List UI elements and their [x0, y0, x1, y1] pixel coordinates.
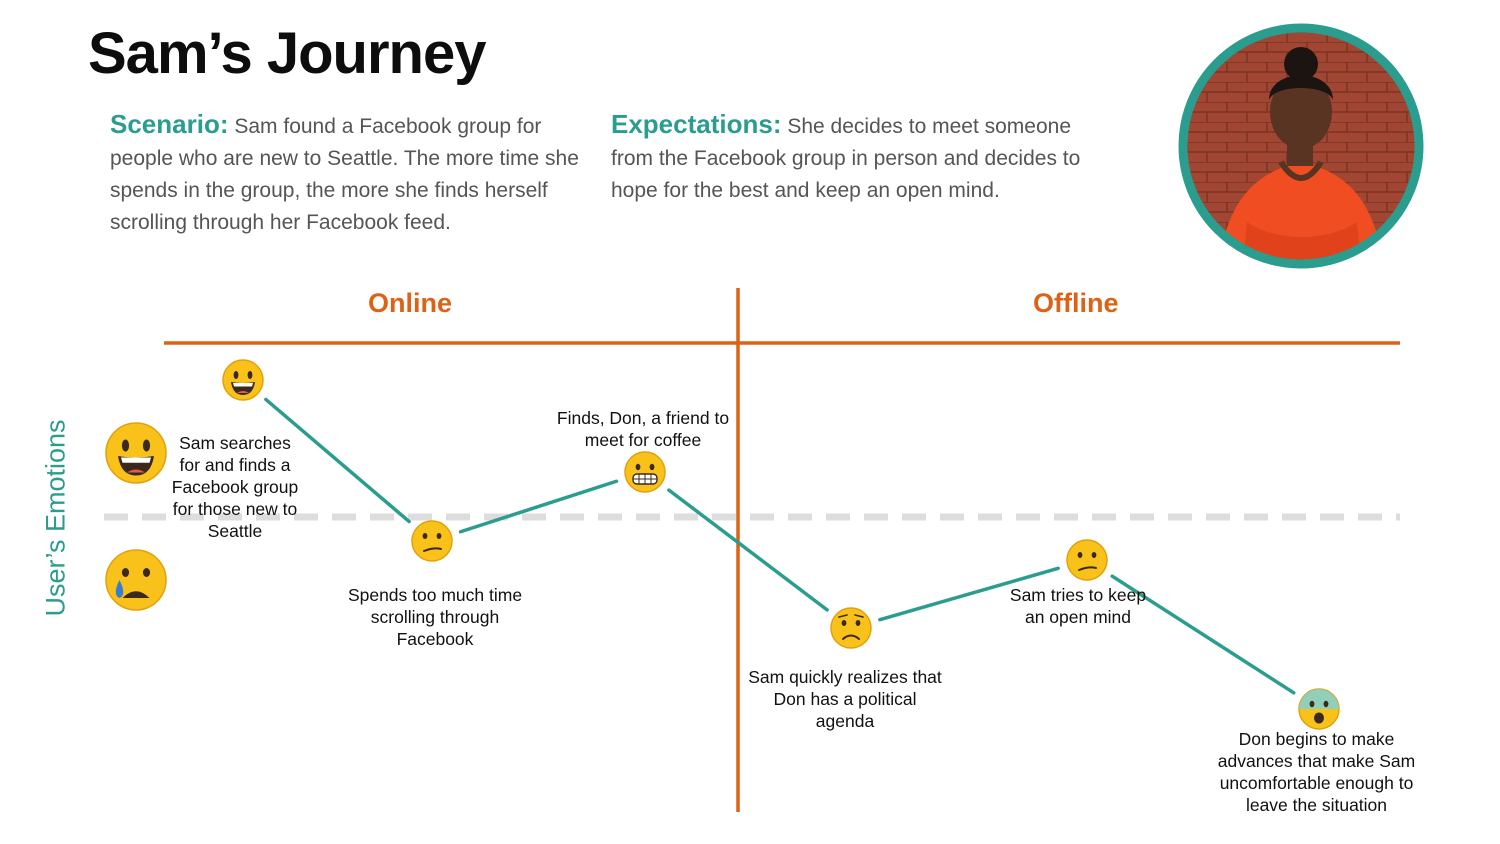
grimacing-face-icon: [624, 451, 666, 493]
confused-face-icon: [1066, 539, 1108, 581]
face-circle: [624, 451, 666, 493]
confused-face-icon: [411, 520, 453, 562]
worried-face-icon: [830, 607, 872, 649]
grinning-face-icon: [105, 422, 167, 484]
step-caption: Spends too much time scrolling through F…: [347, 585, 523, 649]
face-circle: [411, 520, 453, 562]
emotion-line-segment: [667, 488, 829, 612]
grinning-face-icon: [222, 359, 264, 401]
step-caption: Sam searches for and finds a Facebook gr…: [171, 433, 299, 541]
step-caption: Sam quickly realizes that Don has a poli…: [748, 667, 942, 731]
emotion-line-segment: [458, 479, 619, 534]
face-circle: [1066, 539, 1108, 581]
step-caption: Finds, Don, a friend to meet for coffee: [556, 408, 730, 450]
crying-face-icon: [105, 549, 167, 611]
step-caption: Sam tries to keep an open mind: [1009, 585, 1147, 627]
face-circle: [830, 607, 872, 649]
face-circle: [105, 549, 167, 611]
step-caption: Don begins to make advances that make Sa…: [1217, 729, 1416, 815]
anxious-face-icon: [1298, 688, 1340, 730]
